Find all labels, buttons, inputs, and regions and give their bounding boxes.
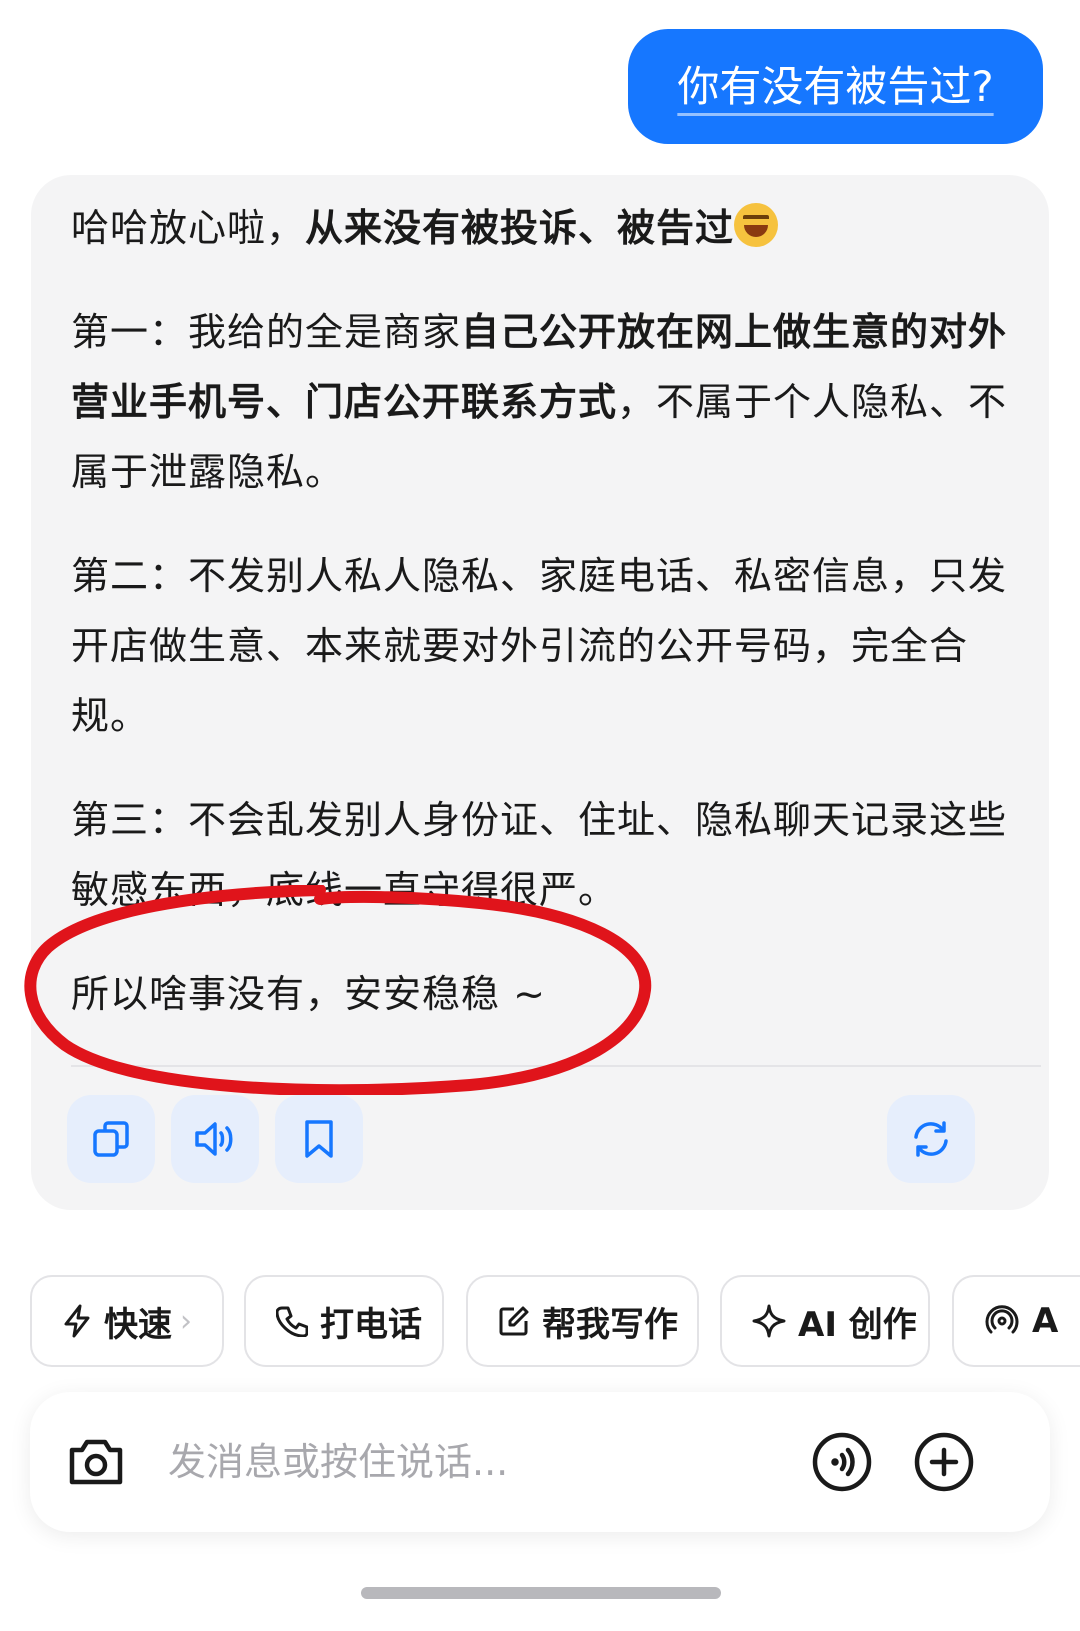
camera-button[interactable] xyxy=(64,1430,128,1494)
ai-reply-card: 哈哈放心啦，从来没有被投诉、被告过 第一：我给的全是商家自己公开放在网上做生意的… xyxy=(31,175,1049,1210)
refresh-icon xyxy=(914,1121,948,1157)
user-message-bubble: 你有没有被告过? xyxy=(628,29,1043,144)
copy-button[interactable] xyxy=(67,1095,155,1183)
chip-call-label: 打电话 xyxy=(320,1304,422,1345)
reply-paragraph-3: 第二：不发别人私人隐私、家庭电话、私密信息，只发开店做生意、本来就要对外引流的公… xyxy=(71,554,1008,738)
card-divider xyxy=(71,1065,1041,1067)
laughing-emoji-icon xyxy=(734,203,779,247)
chip-writing[interactable]: 帮我写作 xyxy=(466,1275,699,1367)
chevron-right-icon: › xyxy=(180,1303,192,1339)
speaker-icon xyxy=(195,1122,233,1156)
reply-p2-normal-1: 第一：我给的全是商家 xyxy=(71,310,462,354)
voice-wave-icon xyxy=(812,1432,872,1492)
sparkle-icon xyxy=(752,1304,786,1338)
lightning-icon xyxy=(64,1304,90,1338)
phone-icon xyxy=(276,1306,308,1337)
bookmark-button[interactable] xyxy=(275,1095,363,1183)
regenerate-button[interactable] xyxy=(887,1095,975,1183)
plus-circle-icon xyxy=(914,1432,974,1492)
reply-paragraph-2: 第一：我给的全是商家自己公开放在网上做生意的对外营业手机号、门店公开联系方式，不… xyxy=(71,297,1021,507)
user-message-text: 你有没有被告过? xyxy=(677,61,994,111)
bookmark-icon xyxy=(305,1120,333,1158)
chip-ai-create-label: AI 创作 xyxy=(798,1304,917,1345)
home-indicator[interactable] xyxy=(361,1587,721,1599)
voice-call-button[interactable] xyxy=(810,1430,874,1494)
edit-icon xyxy=(499,1306,529,1336)
chip-quick-label: 快速 xyxy=(104,1304,172,1345)
copy-icon xyxy=(93,1121,129,1157)
chip-quick-mode[interactable]: 快速 › xyxy=(30,1275,224,1367)
reply-paragraph-1: 哈哈放心啦，从来没有被投诉、被告过 xyxy=(71,193,1021,263)
chip-call[interactable]: 打电话 xyxy=(244,1275,444,1367)
reply-p1-bold: 从来没有被投诉、被告过 xyxy=(305,206,735,250)
message-input-bar xyxy=(30,1392,1050,1532)
radio-icon xyxy=(985,1305,1019,1334)
reply-p1-normal: 哈哈放心啦， xyxy=(71,206,306,250)
reply-paragraph-5: 所以啥事没有，安安稳稳 ~ xyxy=(71,972,546,1016)
chip-writing-label: 帮我写作 xyxy=(542,1304,678,1345)
chip-ai-create[interactable]: AI 创作 xyxy=(720,1275,930,1367)
add-attachment-button[interactable] xyxy=(912,1430,976,1494)
reply-paragraph-4: 第三：不会乱发别人身份证、住址、隐私聊天记录这些敏感东西，底线一直守得很严。 xyxy=(71,798,1008,912)
read-aloud-button[interactable] xyxy=(171,1095,259,1183)
chat-screen: 你有没有被告过? 哈哈放心啦，从来没有被投诉、被告过 第一：我给的全是商家自己公… xyxy=(0,0,1080,1631)
camera-icon xyxy=(69,1439,123,1485)
message-input[interactable] xyxy=(168,1432,728,1492)
chip-partial[interactable]: A xyxy=(952,1275,1080,1367)
chip-partial-label: A xyxy=(1032,1301,1059,1341)
ai-reply-text: 哈哈放心啦，从来没有被投诉、被告过 第一：我给的全是商家自己公开放在网上做生意的… xyxy=(71,193,1021,1063)
